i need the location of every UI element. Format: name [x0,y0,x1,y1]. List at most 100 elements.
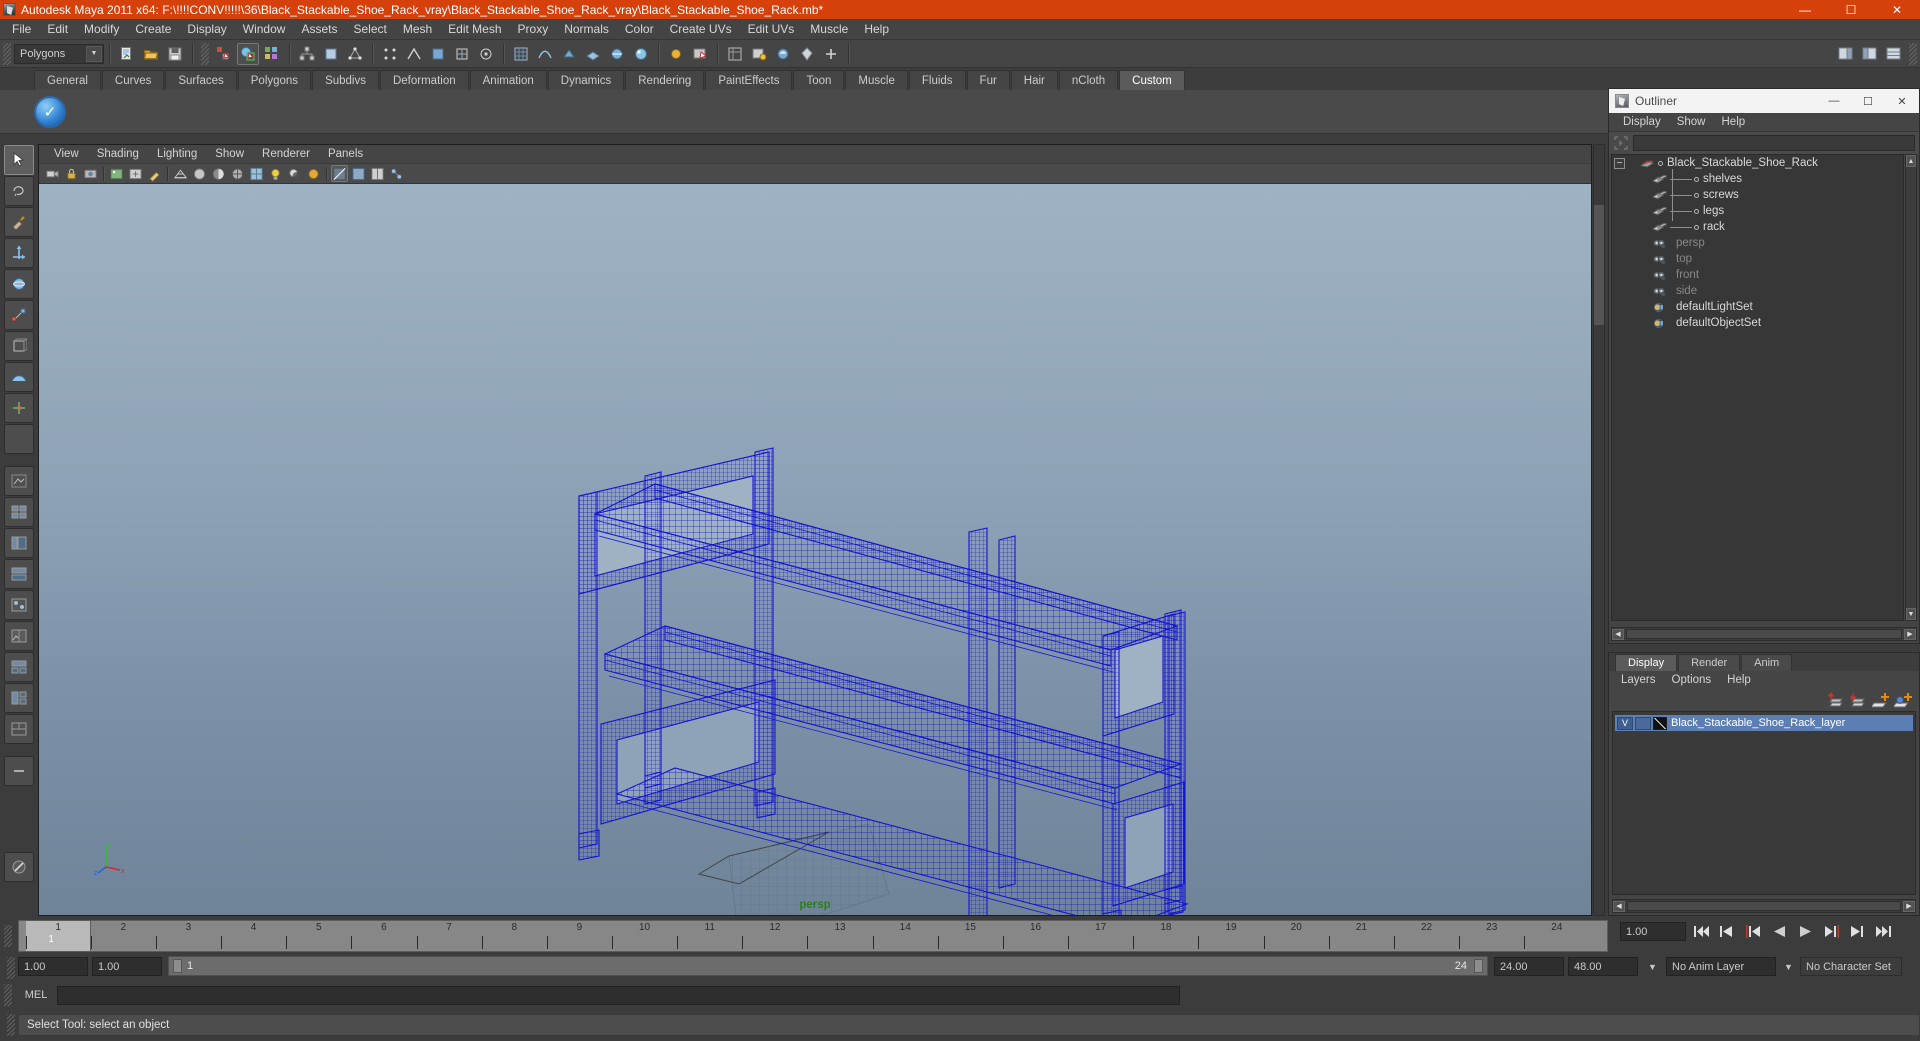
lock-camera-icon[interactable] [63,165,80,182]
smooth-shade-all-icon[interactable] [191,165,208,182]
viewport-menu-view[interactable]: View [45,148,88,160]
hypershade-button[interactable] [772,43,794,65]
three-panes-layout-button[interactable] [4,683,34,713]
shelf-tab-subdivs[interactable]: Subdivs [312,70,379,90]
mel-command-input[interactable] [57,985,1180,1005]
shelf-tab-rendering[interactable]: Rendering [625,70,705,90]
uv-filter-button[interactable] [451,43,473,65]
lasso-tool-button[interactable] [4,176,34,206]
wireframe-shading-icon[interactable] [172,165,189,182]
snap-to-point-button[interactable] [558,43,580,65]
menu-item-create-uvs[interactable]: Create UVs [662,20,740,38]
viewport-menu-shading[interactable]: Shading [88,148,148,160]
scroll-right-icon[interactable]: ▶ [1903,900,1915,912]
outliner-menu-display[interactable]: Display [1615,116,1669,128]
step-forward-keyframe-icon[interactable] [1847,922,1868,941]
xray-mode-icon[interactable] [331,165,348,182]
exposure-icon[interactable] [369,165,386,182]
shelf-tab-fluids[interactable]: Fluids [908,70,966,90]
outliner-persp-layout-button[interactable] [4,528,34,558]
select-by-hierarchy-button[interactable] [213,43,235,65]
outliner-tree[interactable]: − Black_Stackable_Shoe_Rack shelves screws l… [1611,154,1904,621]
play-forwards-icon[interactable] [1795,922,1816,941]
viewport-canvas[interactable]: y x z persp [39,184,1591,915]
occlusion-icon[interactable] [305,165,322,182]
shelf-tab-hair[interactable]: Hair [1010,70,1058,90]
select-camera-icon[interactable] [44,165,61,182]
menu-item-display[interactable]: Display [179,20,234,38]
render-current-frame-button[interactable] [689,43,711,65]
go-to-start-icon[interactable] [1691,922,1712,941]
layer-color-swatch[interactable] [1653,716,1667,730]
viewport-menu-lighting[interactable]: Lighting [148,148,206,160]
layer-horizontal-scrollbar[interactable]: ◀ ▶ [1612,899,1916,913]
anim-layer-selector[interactable]: No Anim Layer [1666,957,1776,976]
layer-menu-help[interactable]: Help [1719,674,1759,686]
chevron-down-icon[interactable]: ▼ [86,45,102,62]
rotate-tool-button[interactable] [4,269,34,299]
command-line-grip[interactable] [4,984,12,1006]
shadows-icon[interactable] [286,165,303,182]
lines-filter-button[interactable] [403,43,425,65]
range-start-handle[interactable] [173,959,182,973]
menu-set-selector[interactable]: Polygons ▼ [14,43,104,64]
shelf-tab-ncloth[interactable]: nCloth [1058,70,1119,90]
select-tool-button[interactable] [4,145,34,175]
outliner-vertical-scrollbar[interactable]: ▲ ▼ [1905,154,1917,621]
image-plane-icon[interactable] [108,165,125,182]
shelf-tab-dynamics[interactable]: Dynamics [547,70,625,90]
shelf-tab-custom[interactable]: Custom [1119,70,1185,90]
viewport-menu-show[interactable]: Show [206,148,253,160]
show-manipulator-tool-button[interactable] [4,393,34,423]
menu-item-edit-mesh[interactable]: Edit Mesh [440,20,509,38]
range-slider[interactable]: 1 24 [168,956,1488,976]
outliner-search-input[interactable] [1633,135,1915,151]
menu-item-color[interactable]: Color [617,20,662,38]
save-scene-button[interactable] [164,43,186,65]
play-backwards-icon[interactable] [1769,922,1790,941]
menu-item-window[interactable]: Window [235,20,294,38]
animation-end-time-field[interactable]: 48.00 [1568,957,1638,976]
minimize-button[interactable]: — [1782,0,1828,19]
playback-start-time-field[interactable]: 1.00 [92,957,162,976]
go-to-end-icon[interactable] [1873,922,1894,941]
shelf-tab-polygons[interactable]: Polygons [237,70,312,90]
menu-item-file[interactable]: File [4,20,39,38]
layer-tab-anim[interactable]: Anim [1741,654,1793,671]
outliner-menu-help[interactable]: Help [1714,116,1754,128]
snap-to-view-plane-button[interactable] [606,43,628,65]
outliner-node-defaultlightset[interactable]: defaultLightSet [1612,299,1903,315]
menu-item-edit-uvs[interactable]: Edit UVs [740,20,803,38]
outliner-close-button[interactable]: ✕ [1885,89,1919,113]
layer-list[interactable]: V Black_Stackable_Shoe_Rack_layer [1612,711,1916,895]
outliner-node-front[interactable]: front [1612,267,1903,283]
shelf-tab-animation[interactable]: Animation [469,70,547,90]
layer-tab-display[interactable]: Display [1615,654,1678,671]
step-back-keyframe-icon[interactable] [1717,922,1738,941]
plus-button[interactable] [820,43,842,65]
last-tool-used-button[interactable] [4,424,34,454]
persp-graph-layout-button[interactable] [4,559,34,589]
scroll-left-icon[interactable]: ◀ [1613,900,1625,912]
outliner-node-shelves[interactable]: shelves [1612,171,1903,187]
viewport-vertical-scrollbar[interactable] [1593,144,1605,916]
menu-item-modify[interactable]: Modify [76,20,127,38]
check-circle-icon[interactable]: ✓ [34,95,66,128]
handles-filter-button[interactable] [475,43,497,65]
xray-joints-icon[interactable] [350,165,367,182]
select-by-object-type-button[interactable] [237,42,259,65]
outliner-node-top[interactable]: top [1612,251,1903,267]
wireframe-on-shaded-icon[interactable] [229,165,246,182]
close-button[interactable]: ✕ [1874,0,1920,19]
outliner-node-black_stackable_shoe_rack[interactable]: − Black_Stackable_Shoe_Rack [1612,155,1903,171]
layer-menu-layers[interactable]: Layers [1613,674,1664,686]
paint-select-tool-button[interactable] [4,207,34,237]
ipr-render-button[interactable] [724,43,746,65]
outliner-menu-show[interactable]: Show [1669,116,1714,128]
scrollbar-thumb[interactable] [1594,205,1604,325]
render-settings-button[interactable] [748,43,770,65]
snap-to-grid-button[interactable] [510,43,532,65]
scroll-down-icon[interactable]: ▼ [1906,608,1916,620]
menu-item-mesh[interactable]: Mesh [395,20,440,38]
menu-item-assets[interactable]: Assets [293,20,345,38]
